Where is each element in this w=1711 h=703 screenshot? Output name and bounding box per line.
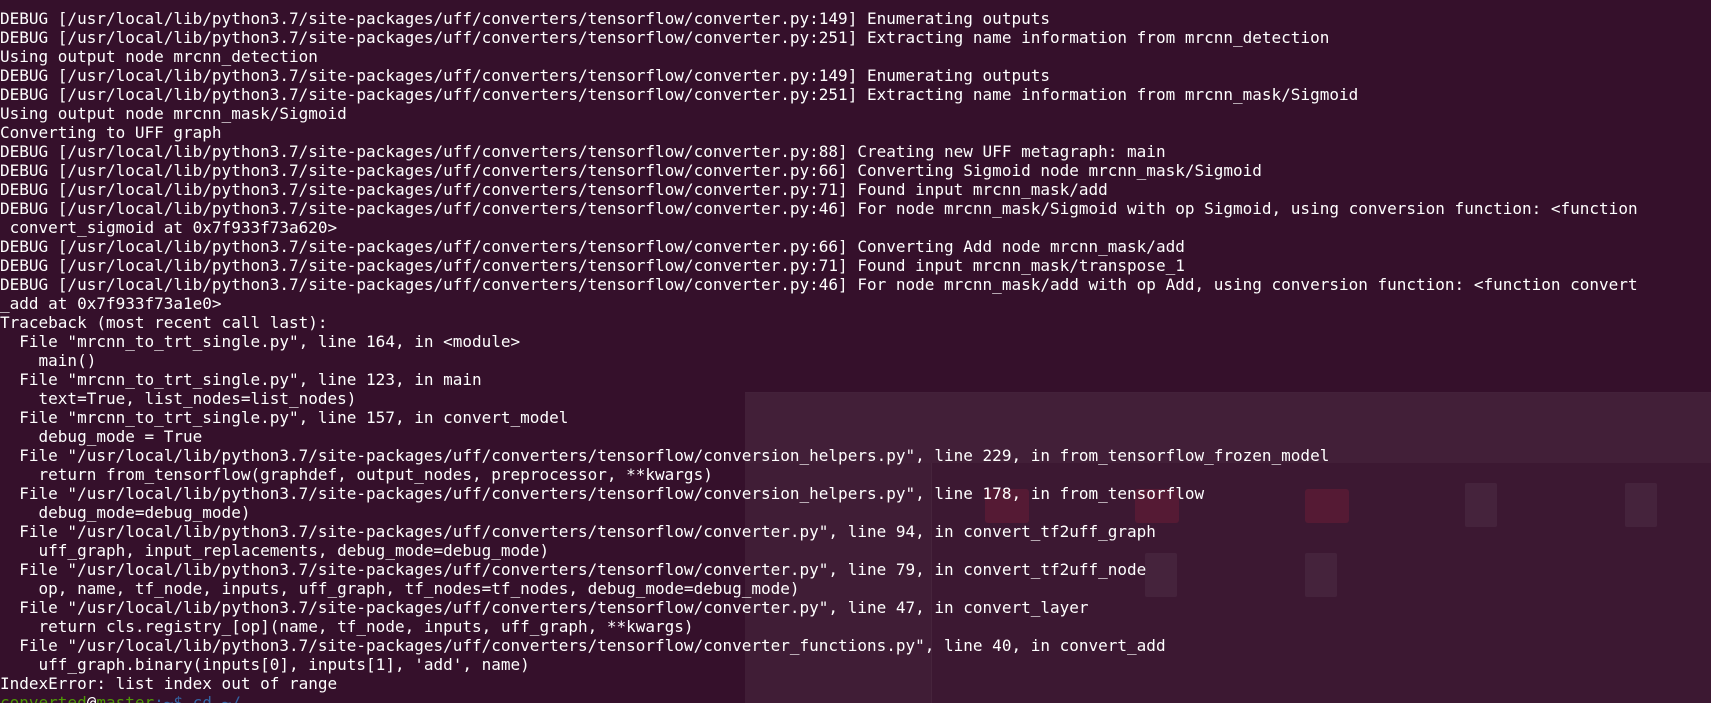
- terminal-line: DEBUG [/usr/local/lib/python3.7/site-pac…: [0, 9, 1050, 28]
- terminal-line: File "/usr/local/lib/python3.7/site-pack…: [0, 560, 1147, 579]
- terminal-line: Converting to UFF graph: [0, 123, 222, 142]
- terminal-line: uff_graph.binary(inputs[0], inputs[1], '…: [0, 655, 530, 674]
- terminal-line: Using output node mrcnn_detection: [0, 47, 318, 66]
- terminal-line: op, name, tf_node, inputs, uff_graph, tf…: [0, 579, 800, 598]
- terminal-line: DEBUG [/usr/local/lib/python3.7/site-pac…: [0, 275, 1638, 294]
- prompt-path: :~$ cd ~/: [154, 693, 241, 703]
- terminal-line: DEBUG [/usr/local/lib/python3.7/site-pac…: [0, 85, 1359, 104]
- terminal-window[interactable]: DEBUG [/usr/local/lib/python3.7/site-pac…: [0, 0, 1711, 703]
- terminal-line: Traceback (most recent call last):: [0, 313, 328, 332]
- shell-prompt[interactable]: converted@master:~$ cd ~/: [0, 693, 1638, 703]
- terminal-line: DEBUG [/usr/local/lib/python3.7/site-pac…: [0, 199, 1638, 218]
- terminal-line: Using output node mrcnn_mask/Sigmoid: [0, 104, 347, 123]
- terminal-line: main(): [0, 351, 97, 370]
- terminal-line: DEBUG [/usr/local/lib/python3.7/site-pac…: [0, 237, 1185, 256]
- terminal-output[interactable]: DEBUG [/usr/local/lib/python3.7/site-pac…: [0, 9, 1638, 703]
- prompt-host: master: [96, 693, 155, 703]
- terminal-line: File "/usr/local/lib/python3.7/site-pack…: [0, 484, 1205, 503]
- terminal-line: text=True, list_nodes=list_nodes): [0, 389, 357, 408]
- terminal-line: File "/usr/local/lib/python3.7/site-pack…: [0, 598, 1089, 617]
- terminal-line: File "/usr/local/lib/python3.7/site-pack…: [0, 446, 1330, 465]
- terminal-line: DEBUG [/usr/local/lib/python3.7/site-pac…: [0, 142, 1166, 161]
- terminal-line: File "/usr/local/lib/python3.7/site-pack…: [0, 522, 1156, 541]
- terminal-line: IndexError: list index out of range: [0, 674, 338, 693]
- terminal-line: uff_graph, input_replacements, debug_mod…: [0, 541, 550, 560]
- terminal-line: DEBUG [/usr/local/lib/python3.7/site-pac…: [0, 28, 1330, 47]
- terminal-line: debug_mode=debug_mode): [0, 503, 251, 522]
- terminal-line: DEBUG [/usr/local/lib/python3.7/site-pac…: [0, 256, 1185, 275]
- terminal-line: debug_mode = True: [0, 427, 203, 446]
- terminal-line: return cls.registry_[op](name, tf_node, …: [0, 617, 694, 636]
- terminal-line: File "mrcnn_to_trt_single.py", line 123,…: [0, 370, 482, 389]
- terminal-line: DEBUG [/usr/local/lib/python3.7/site-pac…: [0, 180, 1108, 199]
- terminal-line: File "/usr/local/lib/python3.7/site-pack…: [0, 636, 1166, 655]
- prompt-separator: @: [86, 693, 97, 703]
- terminal-line: DEBUG [/usr/local/lib/python3.7/site-pac…: [0, 161, 1262, 180]
- terminal-line: File "mrcnn_to_trt_single.py", line 164,…: [0, 332, 521, 351]
- terminal-line: return from_tensorflow(graphdef, output_…: [0, 465, 713, 484]
- terminal-line: File "mrcnn_to_trt_single.py", line 157,…: [0, 408, 569, 427]
- terminal-line: DEBUG [/usr/local/lib/python3.7/site-pac…: [0, 66, 1050, 85]
- terminal-line: convert_sigmoid at 0x7f933f73a620>: [0, 218, 338, 237]
- prompt-user: converted: [0, 693, 87, 703]
- terminal-line: _add at 0x7f933f73a1e0>: [0, 294, 222, 313]
